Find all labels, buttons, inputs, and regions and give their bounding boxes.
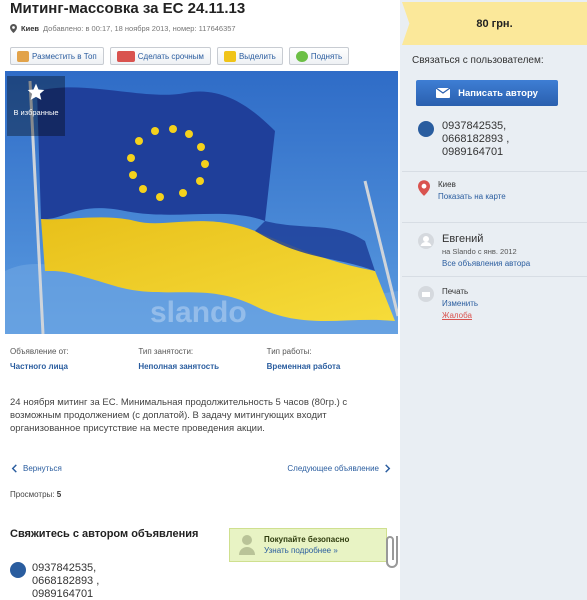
listing-added-info: Добавлено: в 00:17, 18 ноября 2013, номе… xyxy=(42,24,236,33)
contact-phones: 0937842535, 0668182893 , 0989164701 xyxy=(10,562,99,600)
phone-icon xyxy=(10,562,26,578)
urgent-icon xyxy=(116,50,135,62)
sidebar-user: Евгений на Slando с янв. 2012 Все объявл… xyxy=(418,233,530,268)
sidebar-actions: Печать Изменить Жалоба xyxy=(418,286,478,322)
views-count: 5 xyxy=(56,490,62,499)
next-listing-link[interactable]: Следующее объявление xyxy=(287,464,392,473)
back-label: Вернуться xyxy=(23,464,62,473)
printer-icon xyxy=(418,286,434,302)
arrow-left-icon xyxy=(11,464,17,473)
sidebar-city: Киев xyxy=(438,180,456,189)
field-offer-from: Объявление от: Частного лица xyxy=(10,347,138,371)
print-link[interactable]: Печать xyxy=(442,286,478,298)
star-icon xyxy=(27,83,45,100)
highlight-button[interactable]: Выделить xyxy=(216,47,283,65)
field-label: Объявление от: xyxy=(10,347,69,356)
sidebar-divider xyxy=(402,276,587,277)
listing-fields: Объявление от: Частного лица Тип занятос… xyxy=(10,347,395,371)
highlighter-icon xyxy=(223,50,236,62)
field-work-type: Тип работы: Временная работа xyxy=(267,347,395,371)
favorites-label: В избранные xyxy=(13,108,59,117)
listing-meta: Киев Добавлено: в 00:17, 18 ноября 2013,… xyxy=(10,24,236,33)
safe-buy-title: Покупайте безопасно xyxy=(264,535,350,544)
raise-label: Поднять xyxy=(310,51,343,61)
sidebar-divider xyxy=(402,222,587,223)
user-since: на Slando с янв. 2012 xyxy=(442,247,517,256)
sidebar-phones: 0937842535, 0668182893 , 0989164701 xyxy=(418,120,509,159)
all-ads-link[interactable]: Все объявления автора xyxy=(442,259,530,268)
location-pin-icon xyxy=(10,24,17,33)
price-tag: 80 грн. xyxy=(402,2,587,45)
page-title: Митинг-массовка за ЕС 24.11.13 xyxy=(10,0,246,17)
envelope-icon xyxy=(436,88,451,98)
map-pin-icon xyxy=(418,180,430,196)
contact-phone-numbers[interactable]: 0937842535, 0668182893 , 0989164701 xyxy=(32,562,99,600)
listing-description: 24 ноября митинг за ЕС. Минимальная прод… xyxy=(10,397,348,434)
place-top-label: Разместить в Топ xyxy=(32,51,97,61)
safe-buy-link[interactable]: Узнать подробнее » xyxy=(264,546,349,555)
contact-user-label: Связаться с пользователем: xyxy=(412,55,544,66)
views-counter: Просмотры: 5 xyxy=(10,490,61,499)
field-value[interactable]: Временная работа xyxy=(267,362,395,371)
make-urgent-label: Сделать срочным xyxy=(137,51,204,61)
arrow-right-icon xyxy=(385,464,391,473)
write-author-button[interactable]: Написать автору xyxy=(416,80,558,106)
avatar xyxy=(418,233,434,249)
add-to-favorites-button[interactable]: В избранные xyxy=(7,76,65,136)
listing-navigation: Вернуться Следующее объявление xyxy=(10,464,392,473)
field-label: Тип занятости: xyxy=(138,347,194,356)
edit-link[interactable]: Изменить xyxy=(442,298,478,310)
report-link[interactable]: Жалоба xyxy=(442,310,478,322)
user-silhouette-icon xyxy=(239,535,255,555)
write-author-label: Написать автору xyxy=(458,87,538,99)
field-value[interactable]: Частного лица xyxy=(10,362,138,371)
next-label: Следующее объявление xyxy=(287,464,379,473)
promo-actions: Разместить в Топ Сделать срочным Выделит… xyxy=(10,47,350,65)
place-top-button[interactable]: Разместить в Топ xyxy=(10,47,104,65)
raise-icon xyxy=(295,50,308,62)
contact-section-title: Свяжитесь с автором объявления xyxy=(10,528,199,540)
highlight-label: Выделить xyxy=(238,51,276,61)
paperclip-icon xyxy=(386,536,398,568)
photo-watermark: slando xyxy=(150,296,247,329)
back-link[interactable]: Вернуться xyxy=(10,464,62,473)
views-label: Просмотры: xyxy=(10,490,55,499)
user-name: Евгений xyxy=(442,233,484,245)
safe-buy-note: Покупайте безопасно Узнать подробнее » xyxy=(229,528,387,562)
sidebar-phone-numbers[interactable]: 0937842535, 0668182893 , 0989164701 xyxy=(442,120,509,159)
raise-button[interactable]: Поднять xyxy=(288,47,350,65)
sidebar-divider xyxy=(402,171,587,172)
make-urgent-button[interactable]: Сделать срочным xyxy=(109,47,211,65)
sidebar-location: Киев Показать на карте xyxy=(418,180,506,201)
field-label: Тип работы: xyxy=(266,347,312,356)
phone-icon xyxy=(418,121,434,137)
top-icon xyxy=(17,50,29,62)
field-employment-type: Тип занятости: Неполная занятость xyxy=(138,347,266,371)
field-value[interactable]: Неполная занятость xyxy=(138,362,266,371)
show-on-map-link[interactable]: Показать на карте xyxy=(438,192,506,201)
listing-city[interactable]: Киев xyxy=(21,24,39,33)
